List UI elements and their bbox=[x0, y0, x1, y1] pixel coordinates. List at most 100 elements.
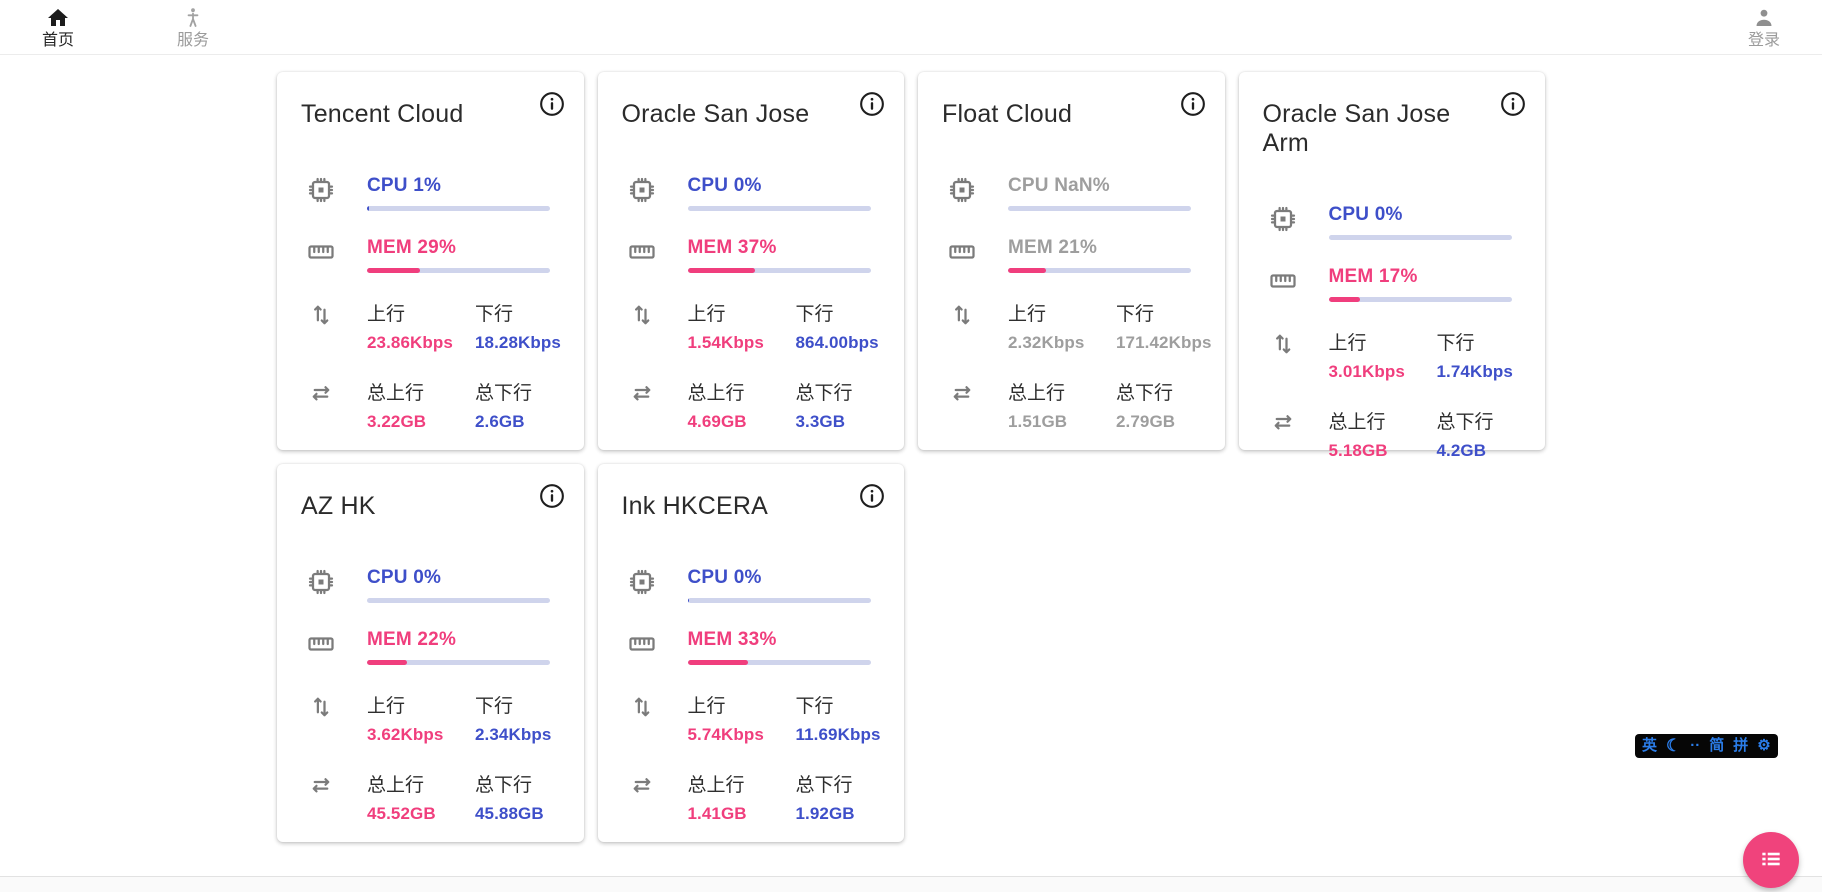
mem-usage-label: MEM 33% bbox=[688, 629, 871, 651]
cpu-progress-bar bbox=[1329, 235, 1512, 240]
nav-item-services[interactable]: 服务 bbox=[173, 6, 213, 49]
swap-horizontal-icon bbox=[306, 770, 336, 800]
info-icon[interactable] bbox=[538, 90, 566, 118]
mem-usage-label: MEM 22% bbox=[367, 629, 550, 651]
info-icon[interactable] bbox=[1499, 90, 1527, 118]
total-upload-value: 3.22GB bbox=[367, 412, 475, 432]
cpu-chip-icon bbox=[947, 175, 977, 205]
download-label: 下行 bbox=[796, 299, 879, 326]
server-card[interactable]: Oracle San Jose bbox=[598, 72, 905, 450]
server-list-fab-button[interactable] bbox=[1743, 832, 1799, 888]
download-speed-value: 864.00bps bbox=[796, 333, 879, 353]
download-speed-value: 1.74Kbps bbox=[1437, 362, 1513, 382]
ime-punctuation-toggle[interactable]: ·· bbox=[1690, 734, 1700, 758]
server-card[interactable]: AZ HK CPU 0% bbox=[277, 464, 584, 842]
server-card[interactable]: Oracle San Jose Arm bbox=[1239, 72, 1546, 450]
ruler-icon bbox=[627, 629, 657, 659]
cpu-usage-label: CPU NaN% bbox=[1008, 175, 1191, 197]
cpu-bar-fill bbox=[688, 598, 690, 603]
cpu-usage-label: CPU 0% bbox=[688, 175, 871, 197]
upload-speed-value: 23.86Kbps bbox=[367, 333, 475, 353]
total-download-value: 2.79GB bbox=[1116, 412, 1175, 432]
download-label: 下行 bbox=[1116, 299, 1212, 326]
total-download-label: 总下行 bbox=[796, 770, 855, 797]
total-upload-value: 1.41GB bbox=[688, 804, 796, 824]
mem-usage-label: MEM 29% bbox=[367, 237, 550, 259]
mem-usage-label: MEM 21% bbox=[1008, 237, 1191, 259]
server-name: Oracle San Jose Arm bbox=[1263, 100, 1500, 158]
swap-vertical-icon bbox=[627, 299, 657, 329]
upload-label: 上行 bbox=[367, 691, 475, 718]
swap-vertical-icon bbox=[306, 299, 336, 329]
upload-speed-value: 5.74Kbps bbox=[688, 725, 796, 745]
total-download-value: 45.88GB bbox=[475, 804, 544, 824]
upload-speed-value: 2.32Kbps bbox=[1008, 333, 1116, 353]
download-speed-value: 11.69Kbps bbox=[796, 725, 881, 745]
cpu-chip-icon bbox=[306, 567, 336, 597]
info-icon[interactable] bbox=[538, 482, 566, 510]
top-nav-bar: 首页 服务 登录 bbox=[0, 0, 1822, 55]
server-name: Oracle San Jose bbox=[622, 100, 810, 129]
ruler-icon bbox=[947, 237, 977, 267]
server-card[interactable]: Tencent Cloud bbox=[277, 72, 584, 450]
ruler-icon bbox=[1268, 266, 1298, 296]
upload-label: 上行 bbox=[1329, 328, 1437, 355]
ime-pinyin-toggle[interactable]: 拼 bbox=[1733, 734, 1748, 758]
total-upload-value: 5.18GB bbox=[1329, 441, 1437, 461]
nav-item-login[interactable]: 登录 bbox=[1744, 6, 1784, 49]
ruler-icon bbox=[627, 237, 657, 267]
swap-horizontal-icon bbox=[627, 378, 657, 408]
half-moon-icon[interactable]: ☾ bbox=[1666, 734, 1681, 758]
user-icon bbox=[1752, 6, 1776, 30]
total-upload-label: 总上行 bbox=[688, 378, 796, 405]
info-icon[interactable] bbox=[858, 90, 886, 118]
server-name: Ink HKCERA bbox=[622, 492, 768, 521]
cpu-usage-label: CPU 0% bbox=[367, 567, 550, 589]
mem-bar-fill bbox=[367, 268, 420, 273]
mem-progress-bar bbox=[1329, 297, 1512, 302]
total-download-value: 2.6GB bbox=[475, 412, 532, 432]
download-label: 下行 bbox=[796, 691, 881, 718]
upload-label: 上行 bbox=[1008, 299, 1116, 326]
server-card[interactable]: Float Cloud bbox=[918, 72, 1225, 450]
ime-language-toggle[interactable]: 英 bbox=[1642, 734, 1657, 758]
cpu-progress-bar bbox=[1008, 206, 1191, 211]
server-name: Tencent Cloud bbox=[301, 100, 463, 129]
upload-speed-value: 1.54Kbps bbox=[688, 333, 796, 353]
server-card[interactable]: Ink HKCERA C bbox=[598, 464, 905, 842]
swap-horizontal-icon bbox=[627, 770, 657, 800]
cpu-bar-fill bbox=[367, 206, 369, 211]
cpu-chip-icon bbox=[306, 175, 336, 205]
person-standing-icon bbox=[181, 6, 205, 30]
total-download-label: 总下行 bbox=[475, 378, 532, 405]
download-speed-value: 2.34Kbps bbox=[475, 725, 551, 745]
home-icon bbox=[46, 6, 70, 30]
ime-simplified-toggle[interactable]: 简 bbox=[1709, 734, 1724, 758]
upload-label: 上行 bbox=[367, 299, 475, 326]
ime-status-bar[interactable]: 英 ☾ ·· 简 拼 ⚙ bbox=[1635, 734, 1778, 758]
mem-progress-bar bbox=[367, 660, 550, 665]
info-icon[interactable] bbox=[858, 482, 886, 510]
cpu-chip-icon bbox=[627, 175, 657, 205]
nav-login-label: 登录 bbox=[1748, 32, 1780, 49]
total-upload-label: 总上行 bbox=[367, 770, 475, 797]
mem-bar-fill bbox=[1329, 297, 1360, 302]
swap-vertical-icon bbox=[947, 299, 977, 329]
total-upload-label: 总上行 bbox=[1008, 378, 1116, 405]
info-icon[interactable] bbox=[1179, 90, 1207, 118]
gear-icon[interactable]: ⚙ bbox=[1757, 734, 1770, 758]
total-download-label: 总下行 bbox=[1437, 407, 1494, 434]
upload-label: 上行 bbox=[688, 299, 796, 326]
mem-bar-fill bbox=[688, 660, 748, 665]
download-label: 下行 bbox=[1437, 328, 1513, 355]
swap-horizontal-icon bbox=[306, 378, 336, 408]
total-upload-label: 总上行 bbox=[688, 770, 796, 797]
download-label: 下行 bbox=[475, 691, 551, 718]
mem-bar-fill bbox=[1008, 268, 1046, 273]
download-speed-value: 18.28Kbps bbox=[475, 333, 561, 353]
total-download-value: 1.92GB bbox=[796, 804, 855, 824]
total-download-value: 3.3GB bbox=[796, 412, 853, 432]
download-label: 下行 bbox=[475, 299, 561, 326]
nav-item-home[interactable]: 首页 bbox=[38, 6, 78, 49]
cpu-chip-icon bbox=[1268, 204, 1298, 234]
